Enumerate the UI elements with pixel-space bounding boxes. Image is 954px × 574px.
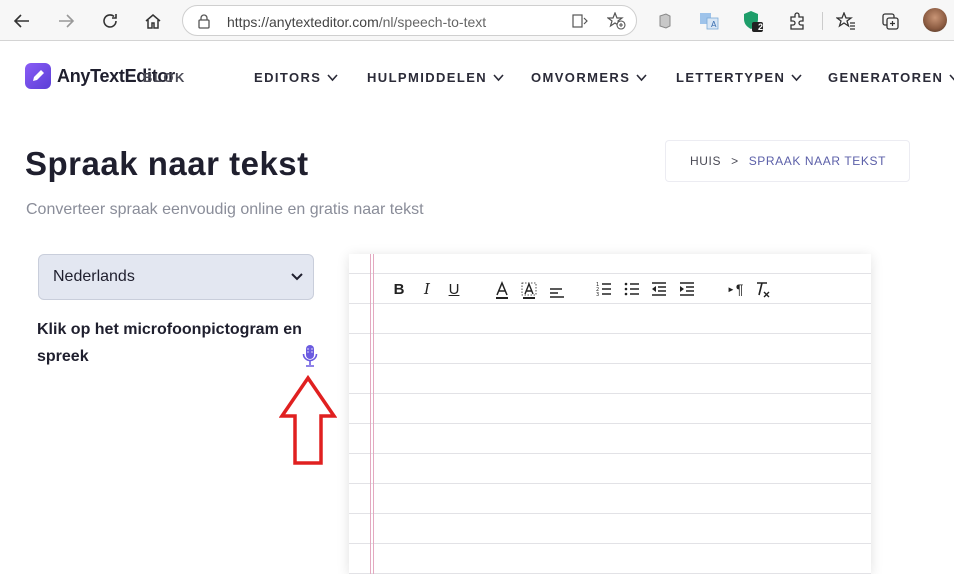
menu-item-omvormers[interactable]: OMVORMERS	[531, 70, 647, 85]
extension-badge: 2	[758, 22, 764, 32]
ordered-list-icon[interactable]: 123	[596, 279, 612, 299]
menu-item-editors[interactable]: EDITORS	[254, 70, 338, 85]
text-editor[interactable]: B I U 123 ► ¶	[349, 254, 871, 574]
url-text: https://anytexteditor.com/nl/speech-to-t…	[227, 14, 486, 30]
translate-extension-icon[interactable]: A	[698, 10, 720, 32]
italic-button[interactable]: I	[419, 279, 435, 299]
address-bar[interactable]: https://anytexteditor.com/nl/speech-to-t…	[182, 5, 637, 36]
toolbar-divider	[822, 12, 823, 30]
menu-item-lettertypen[interactable]: LETTERTYPEN	[676, 70, 802, 85]
svg-text:A: A	[711, 20, 717, 29]
menu-item-generatoren[interactable]: GENERATOREN	[828, 70, 954, 85]
profile-avatar[interactable]	[923, 8, 947, 32]
language-select[interactable]: Nederlands	[38, 254, 314, 300]
url-path: /nl/speech-to-text	[378, 14, 487, 30]
add-favorite-icon[interactable]	[607, 12, 626, 30]
home-icon[interactable]	[140, 8, 166, 34]
chevron-down-icon	[493, 73, 504, 81]
breadcrumb-current: SPRAAK NAAR TEKST	[748, 154, 887, 168]
lock-icon[interactable]	[197, 13, 211, 29]
language-selected-value: Nederlands	[53, 268, 135, 285]
page-subtitle: Converteer spraak eenvoudig online en gr…	[26, 201, 424, 218]
pencil-logo-icon	[25, 63, 51, 89]
bold-button[interactable]: B	[391, 279, 407, 299]
underline-button[interactable]: U	[446, 279, 462, 299]
mic-instruction-text: Klik op het microfoonpictogram en spreek	[37, 321, 302, 365]
editor-top-strip	[349, 254, 871, 274]
breadcrumb-separator: >	[731, 154, 739, 168]
clear-formatting-icon[interactable]	[755, 280, 771, 300]
menu-label: EDITORS	[254, 70, 322, 85]
paragraph-mark: ¶	[735, 281, 744, 297]
reader-view-icon[interactable]	[572, 13, 590, 29]
indent-icon[interactable]	[679, 279, 695, 299]
back-icon[interactable]	[9, 8, 35, 34]
align-icon[interactable]	[549, 283, 565, 303]
chevron-down-icon	[949, 73, 954, 80]
svg-text:3: 3	[596, 292, 599, 298]
menu-label: OMVORMERS	[531, 70, 631, 85]
editor-toolbar: B I U 123 ► ¶	[349, 275, 871, 303]
direction-arrow-icon: ►	[727, 284, 735, 294]
menu-label: LETTERTYPEN	[676, 70, 786, 85]
browser-toolbar: https://anytexteditor.com/nl/speech-to-t…	[0, 0, 954, 41]
breadcrumb-home-link[interactable]: HUIS	[690, 154, 721, 168]
bullet-list-icon[interactable]	[624, 279, 640, 299]
menu-item-blok[interactable]: BLOK	[143, 70, 186, 85]
forward-icon[interactable]	[53, 8, 79, 34]
menu-label: GENERATOREN	[828, 70, 944, 85]
shield-extension-icon[interactable]: 2	[742, 10, 764, 32]
url-host: https://anytexteditor.com	[227, 14, 379, 30]
red-arrow-annotation	[279, 375, 337, 465]
chevron-down-icon	[636, 73, 647, 81]
chevron-down-icon	[791, 73, 802, 81]
chevron-down-icon	[327, 73, 338, 81]
text-color-icon[interactable]	[494, 281, 510, 301]
breadcrumb: HUIS > SPRAAK NAAR TEKST	[665, 140, 910, 182]
favorites-icon[interactable]	[835, 10, 857, 32]
menu-label: HULPMIDDELEN	[367, 70, 488, 85]
menu-item-hulpmiddelen[interactable]: HULPMIDDELEN	[367, 70, 504, 85]
collections-icon[interactable]	[879, 10, 901, 32]
extensions-puzzle-icon[interactable]	[786, 10, 808, 32]
background-color-icon[interactable]	[521, 281, 537, 301]
microphone-icon[interactable]	[302, 344, 318, 368]
refresh-icon[interactable]	[97, 8, 123, 34]
page-title: Spraak naar tekst	[25, 145, 309, 182]
text-direction-button[interactable]: ► ¶	[727, 279, 743, 299]
office-extension-icon[interactable]	[654, 10, 676, 32]
outdent-icon[interactable]	[651, 279, 667, 299]
chevron-down-icon	[291, 273, 303, 281]
